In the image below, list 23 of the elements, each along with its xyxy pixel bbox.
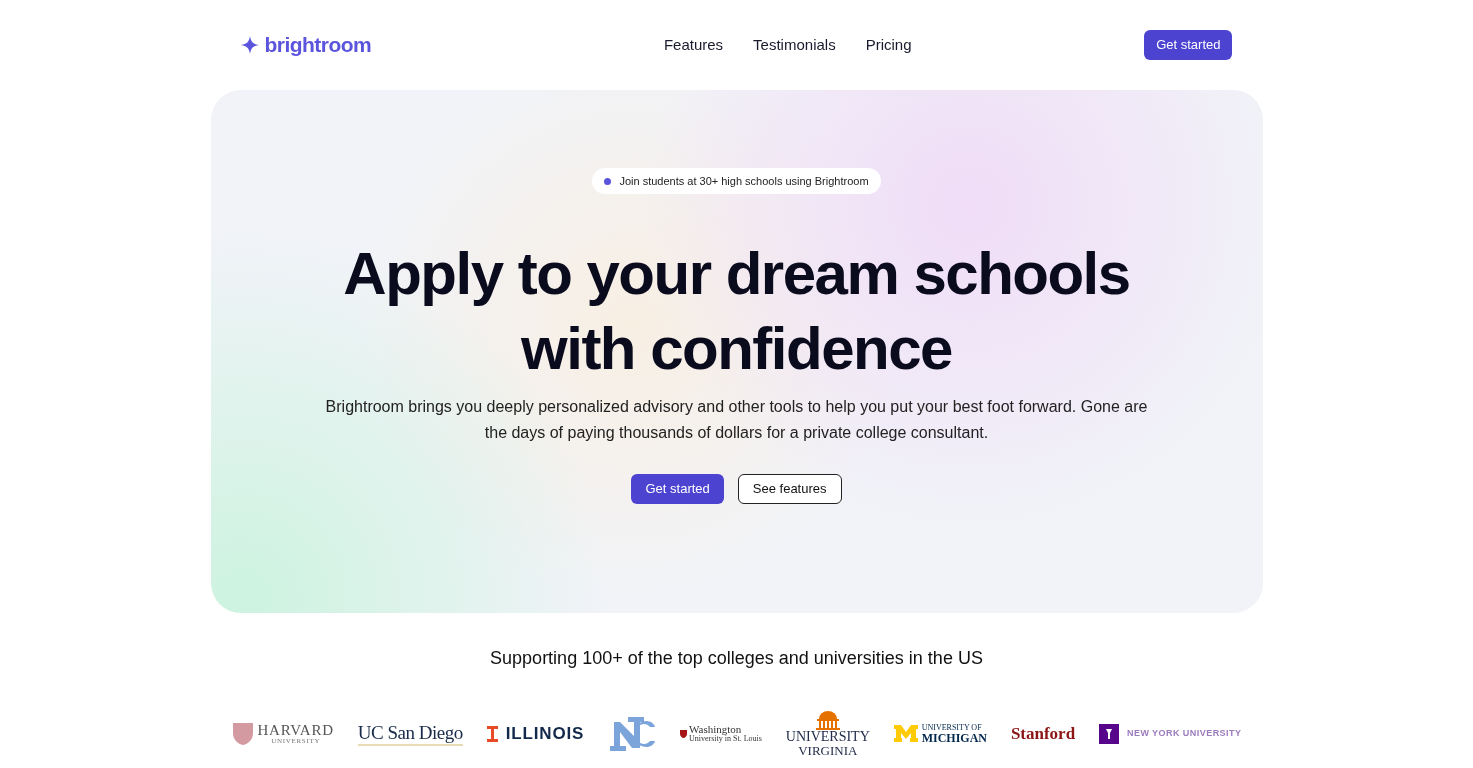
logo-text: UNIVERSITY OF [921, 723, 983, 732]
logo-text: Washington [689, 724, 743, 735]
logo-text: UC San Diego [357, 720, 463, 747]
logo-text: VIRGINIA [798, 744, 858, 757]
hero-title: Apply to your dream schools with confidence [343, 239, 1130, 384]
nav-link[interactable]: Pricing [865, 33, 912, 57]
nav-link[interactable]: Features [663, 33, 724, 57]
nav-link[interactable]: Testimonials [753, 33, 836, 57]
logo-text: Stanford [1010, 722, 1076, 745]
get-started-button[interactable]: Get started [1144, 30, 1233, 60]
get-started-button[interactable]: Get started [631, 474, 724, 504]
logo-text: MICHIGAN [921, 731, 987, 744]
see-features-button[interactable]: See features [737, 474, 842, 504]
logo-text: NEW YORK UNIVERSITY [1127, 726, 1242, 740]
logo-text: University in St. Louis [689, 735, 762, 743]
logo-text: HARVARD [257, 722, 334, 738]
sparkle-icon [240, 36, 259, 54]
logo-text: ILLINOIS [505, 722, 585, 745]
logos-heading: Supporting 100+ of the top colleges and universities in the US [490, 647, 983, 670]
badge-text: Join students at 30+ high schools using Brightroom [619, 173, 869, 189]
hero-description: Brightroom brings you deeply personalized advisory and other tools to help you put your best foot forward. Gone are the days of paying thousands of dollars for a private college consultant. [324, 397, 1149, 443]
brand-name[interactable]: brightroom [264, 29, 372, 61]
logo-text: UNIVERSITY [785, 730, 870, 744]
